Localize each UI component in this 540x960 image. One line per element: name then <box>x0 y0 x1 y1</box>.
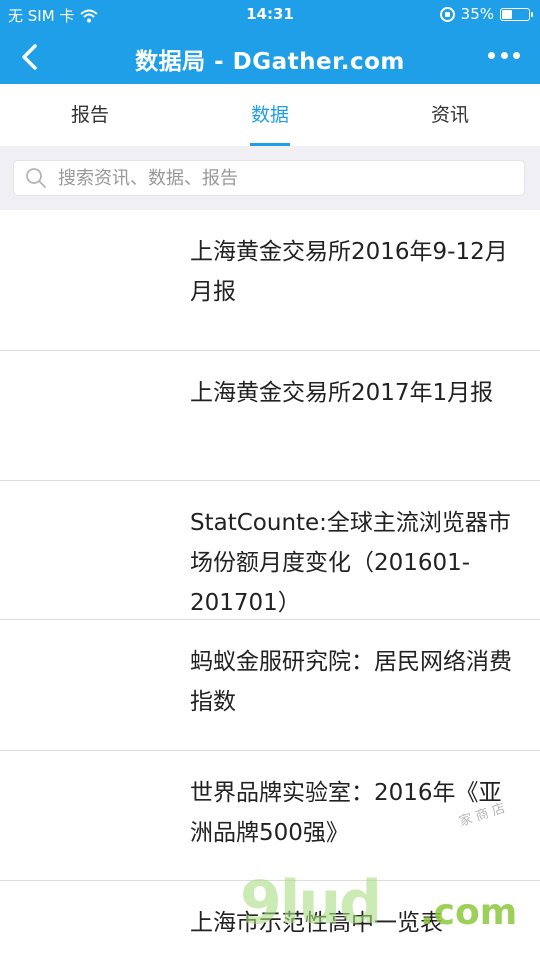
data-list: 上海黄金交易所2016年9-12月月报 上海黄金交易所2017年1月报 Stat… <box>0 210 540 960</box>
dot <box>513 52 520 59</box>
orientation-lock-icon <box>439 6 455 22</box>
item-title: StatCounte:全球主流浏览器市场份额月度变化（201601-201701… <box>190 510 511 616</box>
app-header: 无 SIM 卡 14:31 35% 数据局 - DGather.com <box>0 0 540 84</box>
item-title: 上海市示范性高中一览表 <box>190 910 443 936</box>
tab-bar: 报告 数据 资讯 <box>0 84 540 146</box>
battery-icon <box>500 7 533 21</box>
list-item[interactable]: StatCounte:全球主流浏览器市场份额月度变化（201601-201701… <box>0 481 540 620</box>
item-thumbnail <box>16 232 172 328</box>
item-title: 上海黄金交易所2016年9-12月月报 <box>190 239 508 305</box>
list-item[interactable]: 世界品牌实验室：2016年《亚洲品牌500强》 <box>0 751 540 881</box>
search-icon <box>26 168 46 188</box>
search-box[interactable] <box>13 160 525 196</box>
tab-reports[interactable]: 报告 <box>0 84 180 146</box>
tab-news[interactable]: 资讯 <box>360 84 540 146</box>
search-input[interactable] <box>58 161 518 195</box>
dot <box>488 52 495 59</box>
item-title: 蚂蚁金服研究院：居民网络消费指数 <box>190 649 512 715</box>
item-title: 世界品牌实验室：2016年《亚洲品牌500强》 <box>190 780 502 846</box>
list-item[interactable]: 蚂蚁金服研究院：居民网络消费指数 <box>0 620 540 751</box>
battery-percent: 35% <box>460 5 494 23</box>
dot <box>500 52 508 59</box>
nav-bar: 数据局 - DGather.com <box>0 30 540 84</box>
item-thumbnail <box>16 773 172 869</box>
item-thumbnail <box>16 503 172 599</box>
status-bar: 无 SIM 卡 14:31 35% <box>0 0 540 30</box>
page-title: 数据局 - DGather.com <box>135 49 405 75</box>
item-thumbnail <box>16 903 172 960</box>
list-item[interactable]: 上海黄金交易所2017年1月报 <box>0 351 540 481</box>
tab-data[interactable]: 数据 <box>180 84 360 146</box>
item-title: 上海黄金交易所2017年1月报 <box>190 380 494 406</box>
list-item[interactable]: 上海黄金交易所2016年9-12月月报 <box>0 210 540 351</box>
more-dots-icon[interactable] <box>488 52 520 62</box>
search-area <box>0 146 540 210</box>
status-right: 35% <box>439 5 533 23</box>
item-thumbnail <box>16 373 172 469</box>
battery-fill <box>502 9 512 19</box>
list-item[interactable]: 上海市示范性高中一览表 <box>0 881 540 960</box>
item-thumbnail <box>16 642 172 738</box>
